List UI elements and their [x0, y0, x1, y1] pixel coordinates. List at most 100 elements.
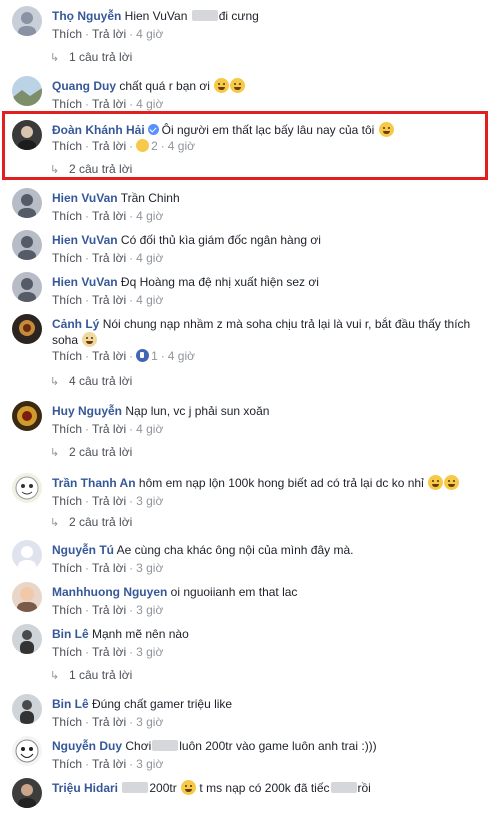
like-button[interactable]: Thích: [52, 757, 82, 771]
tagged-name[interactable]: Trần Chinh: [121, 191, 180, 205]
person-dark-icon[interactable]: [12, 120, 42, 150]
comment-actions: Thích · Trả lời · 3 giờ: [52, 757, 164, 771]
like-button[interactable]: Thích: [52, 422, 82, 436]
cartoon-icon[interactable]: [12, 736, 42, 766]
comment-text: Nói chung nạp nhầm z mà soha chịu trả lạ…: [52, 317, 471, 347]
author-name[interactable]: Huy Nguyễn: [52, 404, 122, 418]
like-button[interactable]: Thích: [52, 27, 82, 41]
tagged-name[interactable]: Đq Hoàng: [121, 275, 175, 289]
reply-button[interactable]: Trả lời: [92, 715, 126, 729]
thinking-emoji-icon: [428, 475, 444, 490]
comment-text: Có đối thủ kìa giám đốc ngân hàng ơi: [120, 233, 321, 247]
reply-button[interactable]: Trả lời: [92, 561, 126, 575]
reaction-count[interactable]: 2: [151, 139, 158, 153]
timestamp[interactable]: 3 giờ: [136, 603, 163, 617]
author-name[interactable]: Đoàn Khánh Hải: [52, 123, 145, 137]
reaction-count[interactable]: 1: [151, 349, 158, 363]
timestamp[interactable]: 3 giờ: [136, 561, 163, 575]
comment-text: chất quá r bạn ơi: [119, 79, 210, 93]
author-name[interactable]: Cảnh Lý: [52, 317, 99, 331]
timestamp[interactable]: 4 giờ: [136, 422, 163, 436]
author-name[interactable]: Nguyễn Duy: [52, 739, 122, 753]
cartoon-icon[interactable]: [12, 473, 42, 503]
like-button[interactable]: Thích: [52, 645, 82, 659]
person-icon[interactable]: [12, 6, 42, 36]
reply-button[interactable]: Trả lời: [92, 603, 126, 617]
person-icon[interactable]: [12, 272, 42, 302]
comment-actions: Thích · Trả lời · 4 giờ: [52, 27, 164, 41]
timestamp[interactable]: 4 giờ: [136, 27, 163, 41]
timestamp[interactable]: 4 giờ: [136, 209, 163, 223]
comment-text: rồi: [357, 781, 371, 795]
default-avatar-icon[interactable]: [12, 540, 42, 570]
person-icon[interactable]: [12, 188, 42, 218]
view-replies-link[interactable]: ↳ 2 câu trả lời: [50, 162, 132, 177]
like-button[interactable]: Thích: [52, 494, 82, 508]
author-name[interactable]: Manhhuong Nguyen: [52, 585, 167, 599]
timestamp[interactable]: 4 giờ: [136, 251, 163, 265]
comment-text: oi nguoiianh em that lac: [170, 585, 298, 599]
game-avatar-icon[interactable]: [12, 401, 42, 431]
author-name[interactable]: Bin Lê: [52, 697, 89, 711]
like-button[interactable]: Thích: [52, 349, 82, 363]
view-replies-link[interactable]: ↳ 1 câu trả lời: [50, 50, 132, 65]
reply-arrow-icon: ↳: [50, 517, 60, 529]
like-button[interactable]: Thích: [52, 97, 82, 111]
landscape-icon[interactable]: [12, 76, 42, 106]
author-name[interactable]: Hien VuVan: [52, 191, 118, 205]
view-replies-link[interactable]: ↳ 2 câu trả lời: [50, 445, 132, 460]
comment-text: hôm em nạp lộn 100k hong biết ad có trả …: [138, 476, 424, 490]
timestamp[interactable]: 3 giờ: [136, 494, 163, 508]
haha-reaction-icon[interactable]: [136, 139, 150, 152]
reply-button[interactable]: Trả lời: [92, 349, 126, 363]
timestamp[interactable]: 3 giờ: [136, 715, 163, 729]
like-reaction-icon[interactable]: [136, 349, 150, 362]
emoji-icon: [181, 780, 197, 795]
comment-text: Đúng chất gamer triệu like: [92, 697, 233, 711]
like-button[interactable]: Thích: [52, 293, 82, 307]
reply-button[interactable]: Trả lời: [92, 27, 126, 41]
author-name[interactable]: Quang Duy: [52, 79, 116, 93]
reply-button[interactable]: Trả lời: [92, 97, 126, 111]
reply-arrow-icon: ↳: [50, 670, 60, 682]
author-name[interactable]: Trần Thanh An: [52, 476, 136, 490]
like-button[interactable]: Thích: [52, 603, 82, 617]
like-button[interactable]: Thích: [52, 561, 82, 575]
timestamp[interactable]: 4 giờ: [168, 139, 195, 153]
author-name[interactable]: Triệu Hidari: [52, 781, 118, 795]
reply-button[interactable]: Trả lời: [92, 251, 126, 265]
timestamp[interactable]: 4 giờ: [136, 97, 163, 111]
person-icon[interactable]: [12, 230, 42, 260]
person-dark-icon[interactable]: [12, 778, 42, 808]
game-avatar-icon[interactable]: [12, 314, 42, 344]
reply-button[interactable]: Trả lời: [92, 494, 126, 508]
reply-button[interactable]: Trả lời: [92, 422, 126, 436]
view-replies-link[interactable]: ↳ 4 câu trả lời: [50, 374, 132, 389]
author-name[interactable]: Thọ Nguyễn: [52, 9, 121, 23]
timestamp[interactable]: 4 giờ: [136, 293, 163, 307]
timestamp[interactable]: 3 giờ: [136, 757, 163, 771]
like-button[interactable]: Thích: [52, 209, 82, 223]
reply-button[interactable]: Trả lời: [92, 293, 126, 307]
person-icon[interactable]: [12, 582, 42, 612]
author-name[interactable]: Nguyễn Tú: [52, 543, 114, 557]
like-button[interactable]: Thích: [52, 251, 82, 265]
tagged-name[interactable]: Hien VuVan: [125, 9, 188, 23]
author-name[interactable]: Hien VuVan: [52, 275, 118, 289]
comment-text: đi cưng: [218, 9, 259, 23]
person-icon[interactable]: [12, 694, 42, 724]
timestamp[interactable]: 4 giờ: [168, 349, 195, 363]
laughing-emoji-icon: [214, 78, 230, 93]
author-name[interactable]: Bin Lê: [52, 627, 89, 641]
reply-button[interactable]: Trả lời: [92, 209, 126, 223]
reply-button[interactable]: Trả lời: [92, 139, 126, 153]
person-icon[interactable]: [12, 624, 42, 654]
like-button[interactable]: Thích: [52, 715, 82, 729]
view-replies-link[interactable]: ↳ 1 câu trả lời: [50, 668, 132, 683]
like-button[interactable]: Thích: [52, 139, 82, 153]
reply-button[interactable]: Trả lời: [92, 757, 126, 771]
timestamp[interactable]: 3 giờ: [136, 645, 163, 659]
reply-button[interactable]: Trả lời: [92, 645, 126, 659]
author-name[interactable]: Hien VuVan: [52, 233, 118, 247]
view-replies-link[interactable]: ↳ 2 câu trả lời: [50, 515, 132, 530]
